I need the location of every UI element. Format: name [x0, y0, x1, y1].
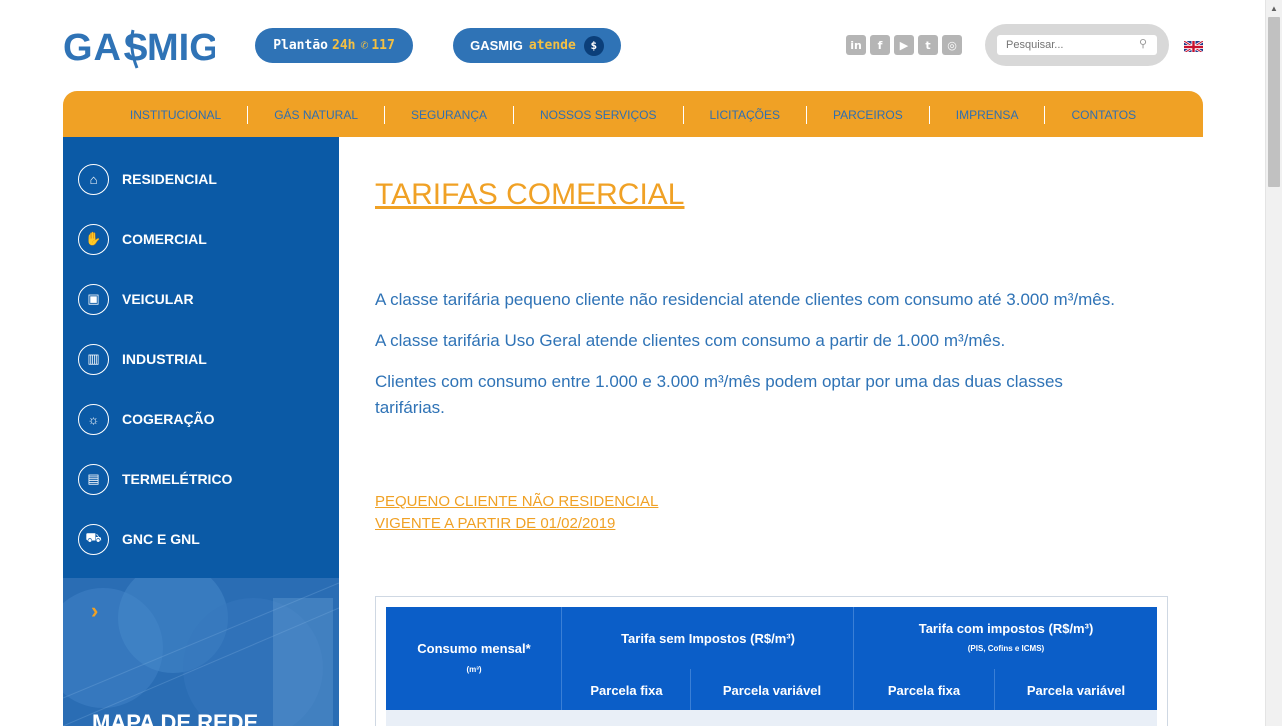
mapa-de-rede-banner[interactable]: › MAPA DE REDE	[63, 578, 339, 726]
sidebar-item-gnc-e-gnl[interactable]: ⛟ GNC E GNL	[63, 509, 339, 569]
sidebar-item-cogeracao[interactable]: ☼ COGERAÇÃO	[63, 389, 339, 449]
plantao-24h-button[interactable]: Plantão 24h ✆ 117	[255, 28, 413, 63]
tanker-icon: ⛟	[78, 523, 109, 555]
nav-gas-natural[interactable]: GÁS NATURAL	[248, 106, 385, 124]
sidebar-item-veicular[interactable]: ▣ VEICULAR	[63, 269, 339, 329]
youtube-icon[interactable]: ▶	[894, 35, 914, 55]
sidebar-item-industrial[interactable]: ▥ INDUSTRIAL	[63, 329, 339, 389]
col-sem-parcela-variavel: Parcela variável	[691, 669, 853, 710]
chevron-right-icon: ›	[91, 598, 99, 623]
sub-header-label: Parcela variável	[1026, 683, 1126, 698]
gasmig-atende-button[interactable]: GASMIG atende $	[453, 28, 621, 63]
nav-licitacoes[interactable]: LICITAÇÕES	[684, 106, 807, 124]
atende-brand: GASMIG	[470, 38, 523, 53]
gasmig-logo[interactable]: GA S MIG	[63, 24, 215, 70]
factory-icon: ▥	[78, 343, 109, 375]
house-icon: ⌂	[78, 163, 109, 195]
social-links: in f ▶ t ◎	[846, 35, 962, 55]
tariff-table-header: Consumo mensal* (m³) Tarifa sem Impostos…	[386, 607, 1157, 726]
nav-imprensa[interactable]: IMPRENSA	[930, 106, 1046, 124]
section-title: PEQUENO CLIENTE NÃO RESIDENCIAL	[375, 493, 659, 510]
col-tarifa-com-impostos: Tarifa com impostos (R$/m³) (PIS, Cofins…	[853, 607, 1157, 669]
sub-header-label: Parcela fixa	[590, 683, 663, 698]
sidebar-item-label: COMERCIAL	[122, 231, 207, 247]
nav-institucional[interactable]: INSTITUCIONAL	[104, 106, 249, 124]
truck-icon: ▣	[78, 283, 109, 315]
intro-paragraph-2: A classe tarifária Uso Geral atende clie…	[375, 331, 1006, 350]
sidebar-item-label: TERMELÉTRICO	[122, 471, 233, 487]
phone-icon: ✆	[360, 38, 369, 53]
nav-nossos-servicos[interactable]: NOSSOS SERVIÇOS	[514, 106, 684, 124]
twitter-icon[interactable]: t	[918, 35, 938, 55]
sidebar-item-label: INDUSTRIAL	[122, 351, 207, 367]
svg-text:MIG: MIG	[147, 27, 215, 69]
plant-icon: ▤	[78, 463, 109, 495]
sidebar-item-label: VEICULAR	[122, 291, 194, 307]
col-com-impostos-label: Tarifa com impostos (R$/m³)	[918, 621, 1094, 636]
col-sem-impostos-label: Tarifa sem Impostos (R$/m³)	[621, 631, 795, 646]
linkedin-icon[interactable]: in	[846, 35, 866, 55]
atende-badge-icon: $	[583, 35, 604, 56]
nav-contatos[interactable]: CONTATOS	[1045, 106, 1162, 124]
intro-paragraph-1: A classe tarifária pequeno cliente não r…	[375, 290, 1115, 309]
handshake-icon: ✋	[78, 223, 109, 255]
atende-label: atende	[528, 38, 576, 53]
main-nav: INSTITUCIONAL GÁS NATURAL SEGURANÇA NOSS…	[63, 91, 1203, 137]
promo-background	[63, 578, 339, 726]
facebook-icon[interactable]: f	[870, 35, 890, 55]
nav-parceiros[interactable]: PARCEIROS	[807, 106, 930, 124]
sub-header-label: Parcela variável	[722, 683, 822, 698]
col-com-parcela-variavel: Parcela variável	[995, 669, 1157, 710]
search-input[interactable]	[997, 35, 1157, 55]
search-icon[interactable]: ⚲	[1139, 37, 1147, 50]
col-com-parcela-fixa: Parcela fixa	[853, 669, 995, 710]
nav-seguranca[interactable]: SEGURANÇA	[385, 106, 515, 124]
scroll-thumb[interactable]	[1268, 17, 1280, 187]
plantao-label: Plantão	[273, 38, 328, 53]
sub-header-label: Parcela fixa	[887, 683, 961, 698]
bulb-icon: ☼	[78, 403, 109, 435]
sidebar-item-label: GNC E GNL	[122, 531, 200, 547]
segment-sidebar: ⌂ RESIDENCIAL ✋ COMERCIAL ▣ VEICULAR ▥ I…	[63, 137, 339, 578]
page-title: TARIFAS COMERCIAL	[375, 178, 685, 211]
english-flag-icon[interactable]	[1184, 40, 1203, 52]
table-row	[386, 710, 1157, 726]
col-tarifa-sem-impostos: Tarifa sem Impostos (R$/m³)	[563, 607, 853, 669]
sidebar-item-label: COGERAÇÃO	[122, 411, 215, 427]
section-validity: VIGENTE A PARTIR DE 01/02/2019	[375, 515, 616, 532]
col-consumo-mensal: Consumo mensal* (m³)	[386, 607, 562, 710]
plantao-phone: 117	[371, 38, 395, 53]
sidebar-item-label: RESIDENCIAL	[122, 171, 217, 187]
scroll-up-arrow-icon[interactable]: ▲	[1266, 0, 1282, 17]
promo-title: MAPA DE REDE	[92, 710, 259, 726]
page-scrollbar[interactable]: ▲	[1265, 0, 1282, 726]
col-consumo-unit: (m³)	[466, 665, 482, 674]
svg-text:GA: GA	[63, 27, 122, 69]
page: GA S MIG Plantão 24h ✆ 117 GASMIG atende…	[0, 0, 1282, 726]
col-sem-parcela-fixa: Parcela fixa	[563, 669, 691, 710]
sidebar-item-termeletrico[interactable]: ▤ TERMELÉTRICO	[63, 449, 339, 509]
plantao-highlight: 24h	[332, 38, 356, 53]
sidebar-item-comercial[interactable]: ✋ COMERCIAL	[63, 209, 339, 269]
instagram-icon[interactable]: ◎	[942, 35, 962, 55]
intro-paragraph-3: Clientes com consumo entre 1.000 e 3.000…	[375, 372, 1063, 417]
col-consumo-label: Consumo mensal*	[417, 641, 531, 656]
col-com-impostos-note: (PIS, Cofins e ICMS)	[967, 644, 1045, 653]
sidebar-item-residencial[interactable]: ⌂ RESIDENCIAL	[63, 149, 339, 209]
search-box: ⚲	[985, 24, 1169, 66]
gasmig-logo-mark: GA S MIG	[63, 27, 215, 69]
